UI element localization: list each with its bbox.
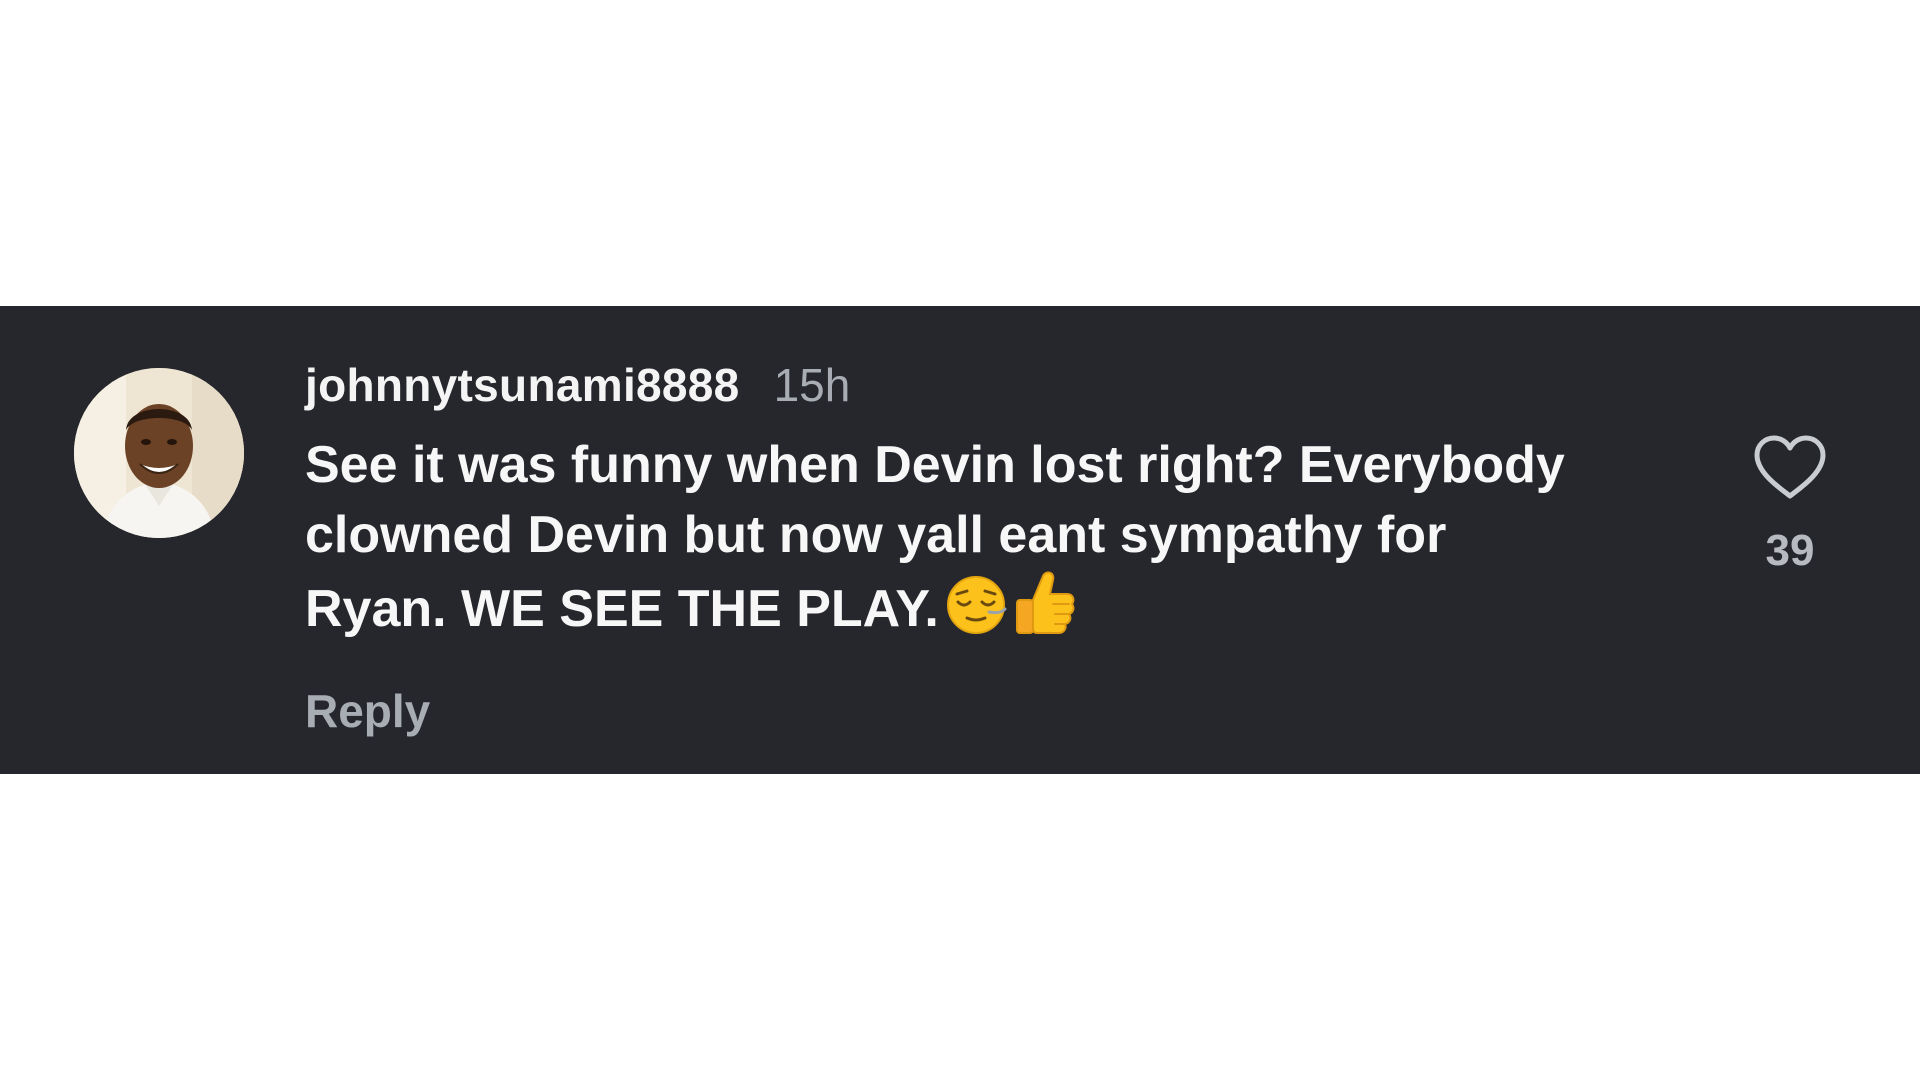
comment-card: johnnytsunami8888 15h See it was funny w… bbox=[0, 306, 1920, 774]
reply-button[interactable]: Reply bbox=[305, 684, 430, 738]
timestamp: 15h bbox=[773, 359, 851, 411]
comment-text-line: See it was funny when Devin lost right? … bbox=[305, 436, 1565, 494]
avatar[interactable] bbox=[74, 368, 244, 538]
heart-outline-icon[interactable] bbox=[1753, 434, 1827, 500]
comment-text: See it was funny when Devin lost right? … bbox=[305, 430, 1685, 644]
comment-text-line: Ryan. WE SEE THE PLAY. bbox=[305, 580, 939, 638]
comment-text-line-last: Ryan. WE SEE THE PLAY. bbox=[305, 570, 1685, 644]
comment-text-line: clowned Devin but now yall eant sympathy… bbox=[305, 506, 1447, 564]
username[interactable]: johnnytsunami8888 bbox=[305, 358, 740, 412]
thumbs-up-emoji bbox=[1013, 570, 1075, 636]
avatar-photo bbox=[74, 368, 244, 538]
comment-meta: johnnytsunami8888 15h bbox=[305, 358, 1685, 420]
like-count: 39 bbox=[1765, 526, 1815, 575]
page: johnnytsunami8888 15h See it was funny w… bbox=[0, 0, 1920, 1080]
comment-body: johnnytsunami8888 15h See it was funny w… bbox=[305, 358, 1685, 644]
relieved-face-emoji bbox=[945, 574, 1007, 636]
like-area: 39 bbox=[1750, 434, 1830, 576]
